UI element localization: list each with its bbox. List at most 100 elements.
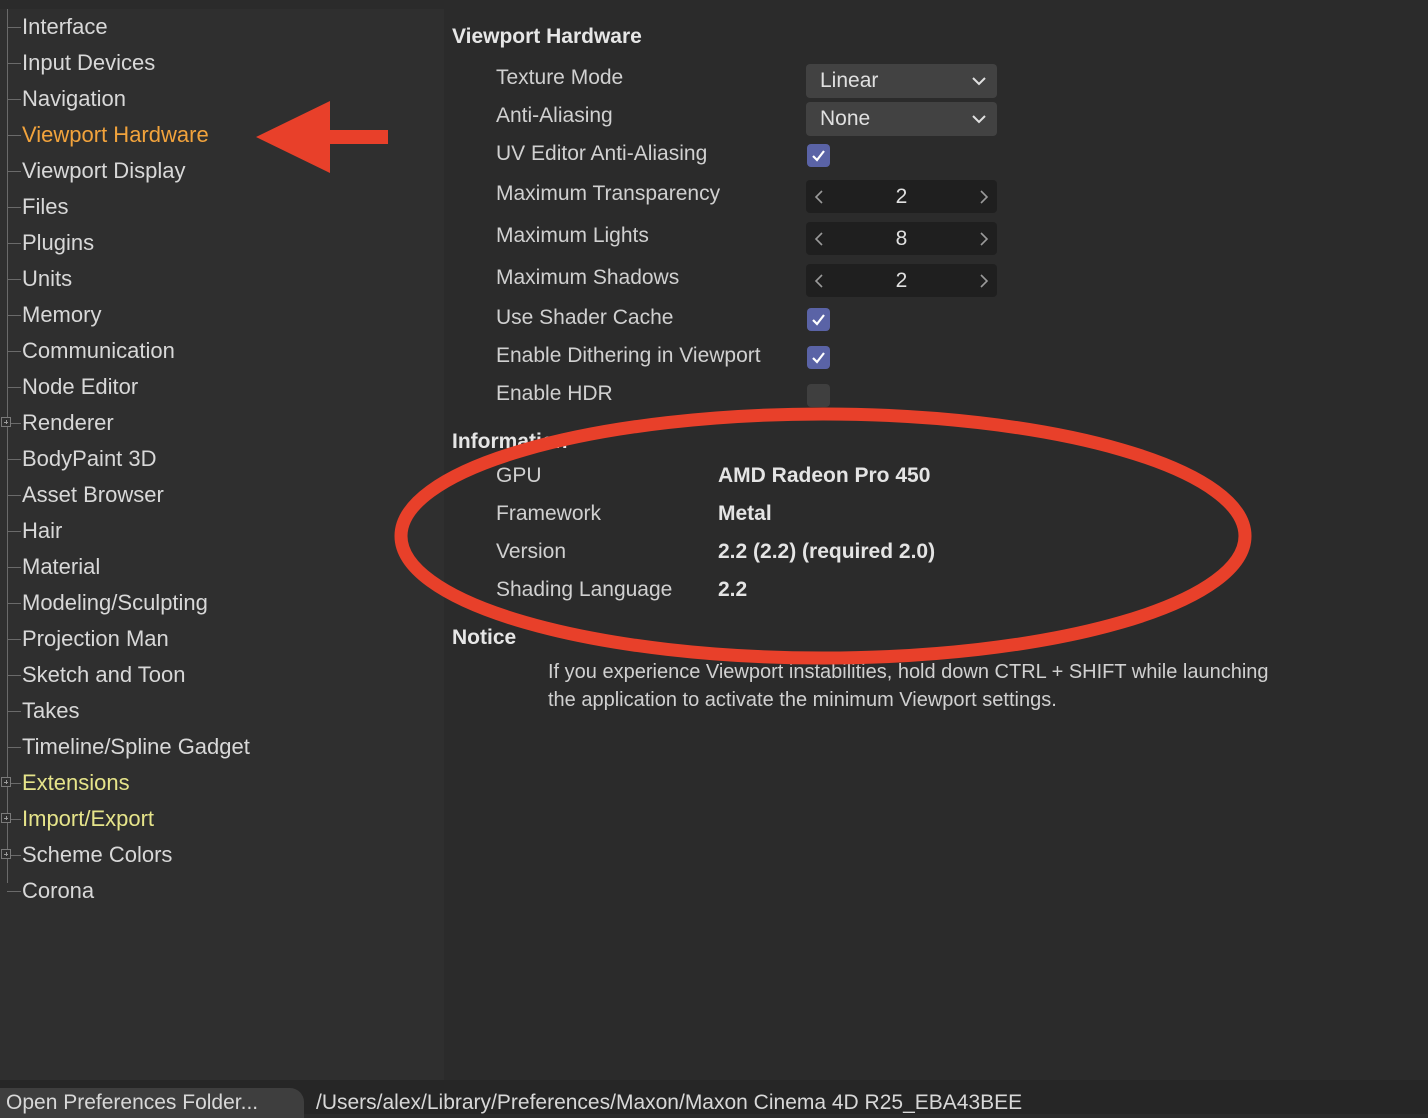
- uv-editor-aa-label: UV Editor Anti-Aliasing: [496, 142, 708, 165]
- chevron-right-icon[interactable]: [977, 188, 991, 206]
- sidebar-item-viewport-hardware[interactable]: Viewport Hardware: [0, 117, 440, 153]
- sidebar-item-label: Navigation: [22, 86, 126, 111]
- enable-hdr-label: Enable HDR: [496, 382, 613, 405]
- notice-line-1: If you experience Viewport instabilities…: [548, 661, 1269, 683]
- sidebar-item-import-export[interactable]: Import/Export: [0, 801, 440, 837]
- tree-branch-line: [7, 243, 21, 244]
- tree-branch-line: [7, 675, 21, 676]
- tree-branch-line: [7, 315, 21, 316]
- preferences-sidebar: Interface Input Devices Navigation Viewport…: [0, 0, 444, 1080]
- checkmark-icon: [812, 352, 825, 364]
- tree-branch-line: [7, 63, 21, 64]
- sidebar-item-projection-man[interactable]: Projection Man: [0, 621, 440, 657]
- sidebar-item-scheme-colors[interactable]: Scheme Colors: [0, 837, 440, 873]
- sidebar-item-viewport-display[interactable]: Viewport Display: [0, 153, 440, 189]
- tree-branch-line: [7, 459, 21, 460]
- sidebar-item-memory[interactable]: Memory: [0, 297, 440, 333]
- checkmark-icon: [812, 314, 825, 326]
- sidebar-item-label: Projection Man: [22, 626, 169, 651]
- chevron-right-icon[interactable]: [977, 230, 991, 248]
- sidebar-item-label: Scheme Colors: [22, 842, 173, 867]
- sidebar-item-units[interactable]: Units: [0, 261, 440, 297]
- sidebar-item-corona[interactable]: Corona: [0, 873, 440, 909]
- sidebar-item-input-devices[interactable]: Input Devices: [0, 45, 440, 81]
- sidebar-item-renderer[interactable]: Renderer: [0, 405, 440, 441]
- tree-branch-line: [7, 99, 21, 100]
- tree-branch-line: [7, 171, 21, 172]
- sidebar-item-timeline-spline-gadget[interactable]: Timeline/Spline Gadget: [0, 729, 440, 765]
- sidebar-item-navigation[interactable]: Navigation: [0, 81, 440, 117]
- sidebar-item-label: Memory: [22, 302, 102, 327]
- sidebar-item-label: Timeline/Spline Gadget: [22, 734, 250, 759]
- sidebar-item-label: Plugins: [22, 230, 95, 255]
- sidebar-item-label: Takes: [22, 698, 80, 723]
- chevron-down-icon: [972, 77, 986, 86]
- tree-branch-line: [7, 279, 21, 280]
- sidebar-item-files[interactable]: Files: [0, 189, 440, 225]
- sidebar-item-node-editor[interactable]: Node Editor: [0, 369, 440, 405]
- max-transparency-label: Maximum Transparency: [496, 182, 721, 205]
- sidebar-top-strip: [0, 0, 444, 9]
- max-shadows-value[interactable]: 2: [806, 267, 997, 295]
- section-title-notice: Notice: [452, 626, 517, 649]
- enable-dithering-checkbox[interactable]: [807, 346, 830, 369]
- sidebar-item-label: Viewport Hardware: [22, 122, 209, 147]
- texture-mode-dropdown[interactable]: Linear: [806, 64, 997, 98]
- expand-plus-icon[interactable]: [1, 417, 11, 427]
- status-bar: Open Preferences Folder... /Users/alex/L…: [0, 1080, 1428, 1118]
- preferences-path: /Users/alex/Library/Preferences/Maxon/Ma…: [316, 1091, 1023, 1114]
- tree-branch-line: [7, 639, 21, 640]
- enable-hdr-checkbox[interactable]: [807, 384, 830, 407]
- preferences-content: Viewport Hardware Texture Mode Linear An…: [444, 9, 1428, 1080]
- anti-aliasing-dropdown[interactable]: None: [806, 102, 997, 136]
- sidebar-item-label: BodyPaint 3D: [22, 446, 157, 471]
- sidebar-item-modeling-sculpting[interactable]: Modeling/Sculpting: [0, 585, 440, 621]
- max-lights-label: Maximum Lights: [496, 224, 649, 247]
- expand-plus-icon[interactable]: [1, 777, 11, 787]
- tree-branch-line: [7, 351, 21, 352]
- sidebar-item-bodypaint-3d[interactable]: BodyPaint 3D: [0, 441, 440, 477]
- sidebar-item-label: Extensions: [22, 770, 130, 795]
- texture-mode-value: Linear: [820, 69, 879, 92]
- version-label: Version: [496, 540, 567, 563]
- tree-branch-line: [7, 711, 21, 712]
- tree-branch-line: [7, 207, 21, 208]
- chevron-right-icon[interactable]: [977, 272, 991, 290]
- tree-branch-line: [7, 891, 21, 892]
- expand-plus-icon[interactable]: [1, 849, 11, 859]
- sidebar-item-label: Input Devices: [22, 50, 156, 75]
- sidebar-item-sketch-and-toon[interactable]: Sketch and Toon: [0, 657, 440, 693]
- tree-branch-line: [7, 747, 21, 748]
- max-lights-value[interactable]: 8: [806, 225, 997, 253]
- sidebar-item-communication[interactable]: Communication: [0, 333, 440, 369]
- sidebar-item-plugins[interactable]: Plugins: [0, 225, 440, 261]
- sidebar-item-label: Node Editor: [22, 374, 139, 399]
- sidebar-item-material[interactable]: Material: [0, 549, 440, 585]
- section-title-information: Information: [452, 430, 568, 453]
- use-shader-cache-checkbox[interactable]: [807, 308, 830, 331]
- max-lights-stepper[interactable]: 8: [806, 222, 997, 255]
- tree-branch-line: [7, 135, 21, 136]
- sidebar-item-label: Asset Browser: [22, 482, 164, 507]
- shading-language-value: 2.2: [718, 578, 748, 601]
- sidebar-item-asset-browser[interactable]: Asset Browser: [0, 477, 440, 513]
- sidebar-item-label: Interface: [22, 14, 108, 39]
- max-shadows-stepper[interactable]: 2: [806, 264, 997, 297]
- sidebar-item-takes[interactable]: Takes: [0, 693, 440, 729]
- expand-plus-icon[interactable]: [1, 813, 11, 823]
- sidebar-item-extensions[interactable]: Extensions: [0, 765, 440, 801]
- notice-message: If you experience Viewport instabilities…: [548, 658, 1418, 714]
- max-transparency-value[interactable]: 2: [806, 183, 997, 211]
- notice-line-2: the application to activate the minimum …: [548, 689, 1057, 711]
- sidebar-item-label: Files: [22, 194, 69, 219]
- sidebar-item-interface[interactable]: Interface: [0, 9, 440, 45]
- uv-editor-aa-checkbox[interactable]: [807, 144, 830, 167]
- max-transparency-stepper[interactable]: 2: [806, 180, 997, 213]
- sidebar-item-hair[interactable]: Hair: [0, 513, 440, 549]
- sidebar-item-label: Hair: [22, 518, 63, 543]
- max-shadows-label: Maximum Shadows: [496, 266, 680, 289]
- sidebar-item-label: Renderer: [22, 410, 114, 435]
- sidebar-item-label: Viewport Display: [22, 158, 186, 183]
- tree-branch-line: [7, 603, 21, 604]
- sidebar-item-label: Sketch and Toon: [22, 662, 186, 687]
